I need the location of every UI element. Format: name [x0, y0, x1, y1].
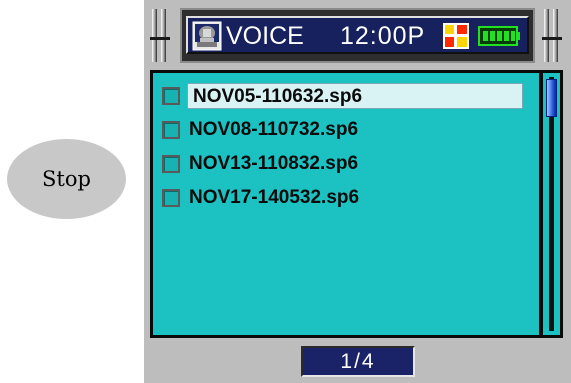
page-indicator: 1/4 — [301, 346, 415, 377]
file-row[interactable]: NOV13-110832.sp6 — [158, 150, 533, 178]
battery-full-icon — [478, 26, 520, 46]
status-bar: VOICE 12:00P — [180, 8, 535, 63]
file-name: NOV13-110832.sp6 — [189, 153, 359, 174]
file-name: NOV08-110732.sp6 — [189, 119, 359, 140]
mode-label: VOICE — [226, 22, 304, 50]
voice-recorder-icon — [192, 21, 222, 51]
file-list-panel: NOV05-110632.sp6 NOV08-110732.sp6 NOV13-… — [150, 70, 563, 338]
scrollbar-thumb[interactable] — [546, 79, 557, 117]
file-row[interactable]: NOV08-110732.sp6 — [158, 116, 533, 144]
file-checkbox[interactable] — [162, 155, 180, 173]
file-checkbox[interactable] — [162, 87, 180, 105]
file-row[interactable]: NOV17-140532.sp6 — [158, 184, 533, 212]
clock: 12:00P — [340, 22, 426, 50]
right-grip — [542, 9, 562, 62]
multicolor-flag-icon — [443, 23, 469, 49]
file-list: NOV05-110632.sp6 NOV08-110732.sp6 NOV13-… — [153, 73, 539, 335]
device-screen: VOICE 12:00P NOV05-110632.sp6 NOV08-1107… — [144, 0, 571, 383]
file-name: NOV05-110632.sp6 — [187, 83, 523, 109]
scrollbar[interactable] — [543, 73, 560, 335]
file-checkbox[interactable] — [162, 121, 180, 139]
file-checkbox[interactable] — [162, 189, 180, 207]
left-grip — [150, 9, 170, 62]
stop-button[interactable]: Stop — [7, 139, 126, 219]
file-name: NOV17-140532.sp6 — [189, 187, 360, 208]
file-row[interactable]: NOV05-110632.sp6 — [158, 82, 533, 110]
